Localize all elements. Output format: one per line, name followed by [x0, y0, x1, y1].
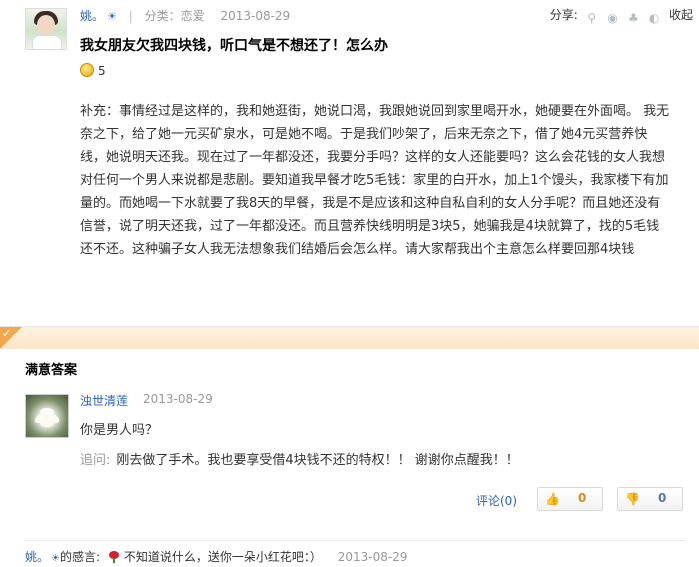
question-supplement: 补充：事情经过是这样的，我和她逛街，她说口渴，我跟她说回到家里喝开水，她硬要在外… — [80, 100, 672, 261]
meta-separator: | — [128, 9, 133, 23]
share-label: 分享: — [549, 8, 578, 22]
question-date: 2013-08-29 — [220, 9, 291, 23]
qq-icon[interactable]: ♣ — [626, 11, 640, 25]
thanks-divider — [25, 540, 685, 541]
question-section: 姚。 ☀ | 分类：恋爱 2013-08-29 分享: ⚲ ◉ ♣ ◐ 收起 我女… — [0, 0, 699, 327]
supplement-text: 补充：事情经过是这样的，我和她逛街，她说口渴，我跟她说回到家里喝开水，她硬要在外… — [80, 104, 670, 257]
asker-badge-icon: ☀ — [107, 10, 117, 23]
answer-date: 2013-08-29 — [143, 392, 213, 406]
thanks-badge-icon: ☀ — [51, 553, 60, 564]
upvote-count: 0 — [578, 491, 587, 505]
follow-up-label: 追问: — [80, 453, 111, 468]
answerer-name[interactable]: 浊世清莲 — [80, 392, 128, 409]
category-label: 分类： — [144, 9, 181, 23]
follow-up-text: 刚去做了手术。我也要享受借4块钱不还的特权！！ 谢谢你点醒我！！ — [116, 453, 519, 468]
best-answer-header — [0, 327, 699, 349]
upvote-button[interactable]: 👍 0 — [537, 487, 603, 511]
thanks-user[interactable]: 姚。 — [25, 550, 49, 564]
question-meta: 姚。 ☀ | 分类：恋爱 2013-08-29 — [80, 8, 290, 24]
answerer-avatar[interactable] — [25, 394, 69, 438]
thanks-message: 姚。 ☀的感言: 不知道说什么，送你一朵小红花吧：） 2013-08-29 — [25, 549, 407, 565]
reward-points: 5 — [80, 63, 106, 79]
weibo-icon[interactable]: ◉ — [606, 11, 620, 25]
answer-text: 你是男人吗？ — [80, 423, 159, 438]
flower-icon — [108, 551, 120, 563]
thanks-text: 不知道说什么，送你一朵小红花吧：） — [123, 550, 322, 564]
downvote-button[interactable]: 👎 0 — [617, 487, 683, 511]
asker-avatar[interactable] — [25, 8, 67, 50]
best-answer-section: ✓ 满意答案 浊世清莲 2013-08-29 你是男人吗？ 追问: 刚去做了手术。… — [0, 327, 699, 537]
thanks-label: 的感言: — [59, 550, 101, 564]
follow-up: 追问: 刚去做了手术。我也要享受借4块钱不还的特权！！ 谢谢你点醒我！！ — [80, 449, 519, 468]
category-link[interactable]: 恋爱 — [181, 9, 205, 23]
best-answer-title: 满意答案 — [25, 363, 78, 378]
asker-name[interactable]: 姚。 — [80, 9, 104, 23]
tencent-weibo-icon[interactable]: ◐ — [647, 11, 661, 25]
collapse-link[interactable]: 收起 — [669, 8, 693, 22]
search-icon[interactable]: ⚲ — [585, 11, 599, 25]
thumbs-down-icon: 👎 — [625, 492, 640, 506]
thanks-date: 2013-08-29 — [337, 550, 408, 564]
question-title: 我女朋友欠我四块钱，听口气是不想还了！怎么办 — [80, 38, 388, 54]
downvote-count: 0 — [658, 491, 667, 505]
reward-value: 5 — [98, 64, 106, 78]
coin-icon — [80, 63, 94, 77]
check-icon: ✓ — [2, 327, 12, 340]
share-bar: 分享: ⚲ ◉ ♣ ◐ 收起 — [549, 7, 693, 25]
comment-link[interactable]: 评论(0) — [476, 492, 517, 509]
thumbs-up-icon: 👍 — [545, 492, 560, 506]
